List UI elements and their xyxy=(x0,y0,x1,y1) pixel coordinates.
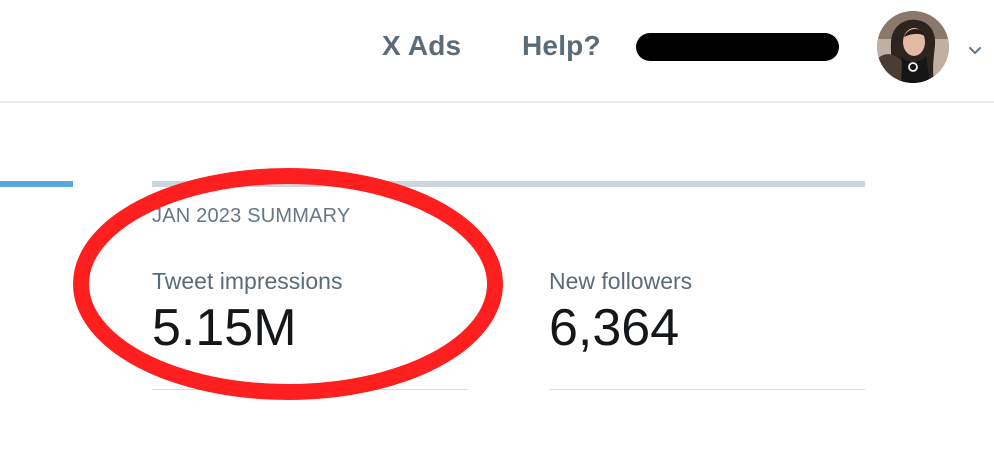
metric-divider xyxy=(152,389,468,390)
x-ads-link[interactable]: X Ads xyxy=(382,30,461,62)
metric-divider xyxy=(549,389,865,390)
redacted-username xyxy=(636,33,839,61)
metric-label: Tweet impressions xyxy=(152,268,343,294)
metric-value: 6,364 xyxy=(549,299,680,357)
metric-label: New followers xyxy=(549,268,693,294)
analytics-page: X Ads Help? JAN 2023 SUMMARY Tweet impre… xyxy=(0,0,994,464)
metric-value: 5.15M xyxy=(152,299,297,357)
chevron-down-icon[interactable] xyxy=(965,40,985,60)
summary-title: JAN 2023 SUMMARY xyxy=(152,205,351,227)
help-link[interactable]: Help? xyxy=(522,30,601,62)
summary-top-border xyxy=(152,181,865,187)
top-navigation: X Ads Help? xyxy=(0,0,994,103)
avatar-image xyxy=(877,11,949,83)
avatar[interactable] xyxy=(877,11,949,83)
new-followers-metric: New followers 6,364 xyxy=(549,268,865,390)
active-tab-indicator xyxy=(0,181,73,187)
tweet-impressions-metric: Tweet impressions 5.15M xyxy=(152,268,468,390)
